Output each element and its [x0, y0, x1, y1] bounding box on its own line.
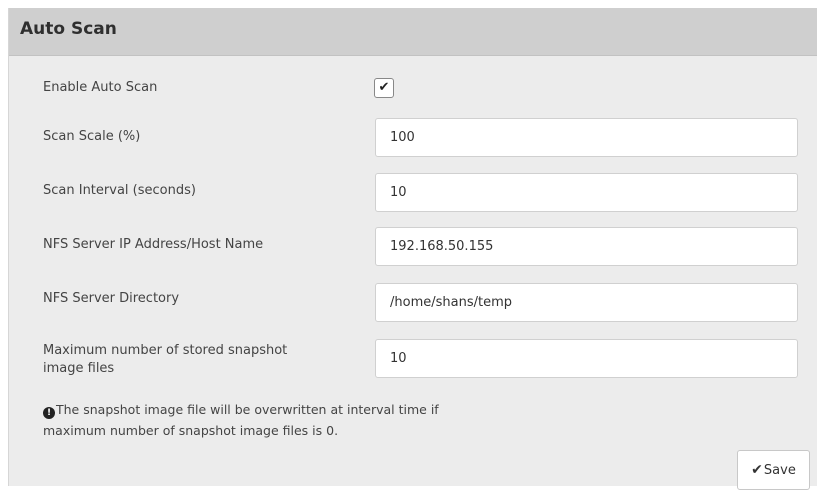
save-button-label: Save [763, 462, 796, 478]
nfs-server-directory-label: NFS Server Directory [43, 291, 180, 306]
nfs-server-ip-input[interactable] [375, 227, 798, 266]
checkmark-icon: ✔ [751, 462, 763, 478]
enable-auto-scan-label: Enable Auto Scan [43, 80, 158, 95]
nfs-server-directory-input[interactable] [375, 283, 798, 322]
scan-scale-input[interactable] [375, 118, 798, 157]
note-line-2: maximum number of snapshot image files i… [43, 423, 339, 438]
max-snapshot-files-label: Maximum number of stored snapshot image … [43, 342, 287, 378]
enable-auto-scan-checkbox[interactable]: ✔ [374, 78, 394, 98]
info-icon: ! [43, 407, 55, 419]
panel-title: Auto Scan [20, 19, 117, 39]
max-snapshot-files-input[interactable] [375, 339, 798, 378]
save-button[interactable]: ✔ Save [737, 450, 810, 490]
max-snapshot-files-label-line1: Maximum number of stored snapshot [43, 343, 288, 358]
panel-header: Auto Scan [9, 8, 817, 56]
note-line-1: ! The snapshot image file will be overwri… [43, 399, 513, 420]
note-text-1: The snapshot image file will be overwrit… [56, 402, 439, 417]
scan-interval-input[interactable] [375, 173, 798, 212]
overwrite-note: ! The snapshot image file will be overwri… [43, 399, 513, 441]
auto-scan-panel: Auto Scan Enable Auto Scan ✔ Scan Scale … [8, 8, 817, 490]
nfs-server-ip-label: NFS Server IP Address/Host Name [43, 237, 264, 252]
max-snapshot-files-label-line2: image files [43, 361, 115, 376]
scan-scale-label: Scan Scale (%) [43, 129, 141, 144]
scan-interval-label: Scan Interval (seconds) [43, 183, 196, 198]
checkmark-icon: ✔ [378, 80, 390, 95]
